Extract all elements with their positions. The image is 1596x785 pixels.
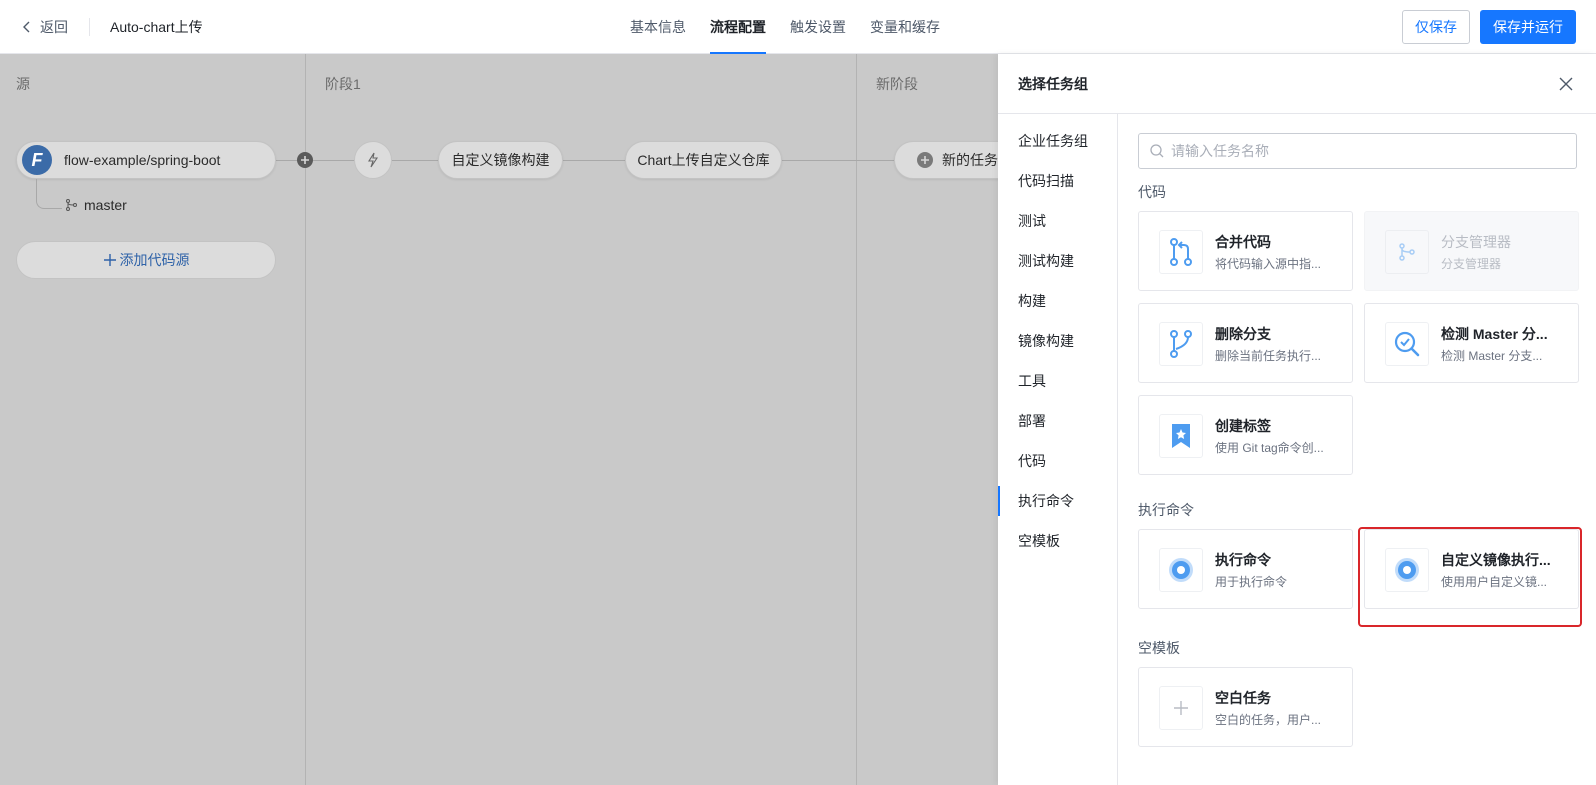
branch-delete-icon [1159,322,1203,366]
task-card-create-tag[interactable]: 创建标签 使用 Git tag命令创... [1138,395,1353,475]
task-search-input[interactable] [1171,143,1571,159]
top-header: 返回 Auto-chart上传 基本信息 流程配置 触发设置 变量和缓存 仅保存… [0,0,1596,54]
category-code-scan[interactable]: 代码扫描 [998,166,1118,196]
new-task-pill[interactable]: 新的任务 [894,141,998,179]
connector-line [563,160,625,161]
task-card-desc: 将代码输入源中指... [1215,257,1322,271]
task-card-name: 创建标签 [1215,418,1271,434]
task-card-desc: 删除当前任务执行... [1215,349,1322,363]
save-and-run-button[interactable]: 保存并运行 [1480,10,1576,44]
task-card-desc: 空白的任务，用户... [1215,713,1322,727]
source-pill[interactable]: F flow-example/spring-boot [16,141,276,179]
check-magnifier-icon [1385,322,1429,366]
plus-icon [1159,686,1203,730]
task-card-name: 删除分支 [1215,326,1271,342]
tab-basic-info[interactable]: 基本信息 [630,0,686,54]
tag-star-icon [1159,414,1203,458]
task-card-merge-code[interactable]: 合并代码 将代码输入源中指... [1138,211,1353,291]
task-search-box [1138,133,1577,169]
category-list: 企业任务组 代码扫描 测试 测试构建 构建 镜像构建 工具 部署 代码 执行命令… [998,114,1118,785]
tab-flow-config[interactable]: 流程配置 [710,0,766,54]
drawer-title: 选择任务组 [1018,76,1088,92]
branch-connector [36,179,62,209]
plus-circle-icon [917,152,933,168]
branch-icon [66,199,77,211]
category-image-build[interactable]: 镜像构建 [998,326,1118,356]
plus-icon [103,254,116,266]
command-icon [1159,548,1203,592]
category-tools[interactable]: 工具 [998,366,1118,396]
source-column-title: 源 [16,76,30,92]
merge-icon [1159,230,1203,274]
section-title-code: 代码 [1138,184,1166,200]
header-divider [89,18,90,36]
task-card-check-master[interactable]: 检测 Master 分... 检测 Master 分支... [1364,303,1579,383]
source-branch[interactable]: master [64,197,127,213]
branch-icon [1385,230,1429,274]
category-enterprise[interactable]: 企业任务组 [998,126,1118,156]
category-blank-template[interactable]: 空模板 [998,526,1118,556]
connector-line [392,160,438,161]
drawer-header: 选择任务组 [998,54,1596,114]
task-card-name: 合并代码 [1215,234,1271,250]
pipeline-canvas: 源 阶段1 新阶段 F flow-example/spring-boot mas… [0,54,998,785]
source-repo-name: flow-example/spring-boot [64,152,221,168]
task-card-desc: 用于执行命令 [1215,575,1288,589]
task-chart-upload[interactable]: Chart上传自定义仓库 [625,141,782,179]
save-only-button[interactable]: 仅保存 [1402,10,1470,44]
task-card-blank-task[interactable]: 空白任务 空白的任务，用户... [1138,667,1353,747]
task-card-name: 分支管理器 [1441,234,1511,250]
category-deploy[interactable]: 部署 [998,406,1118,436]
task-card-name: 空白任务 [1215,690,1271,706]
task-card-desc: 使用 Git tag命令创... [1215,441,1324,455]
source-logo-icon: F [22,145,52,175]
task-card-desc: 分支管理器 [1441,257,1502,271]
add-source-button[interactable]: 添加代码源 [16,241,276,279]
category-build[interactable]: 构建 [998,286,1118,316]
config-tabs: 基本信息 流程配置 触发设置 变量和缓存 [630,0,964,54]
stage1-column-title: 阶段1 [325,76,361,92]
chevron-left-icon [23,21,30,33]
category-exec-command[interactable]: 执行命令 [998,486,1118,516]
section-title-blank-template: 空模板 [1138,640,1180,656]
task-card-exec-command[interactable]: 执行命令 用于执行命令 [1138,529,1353,609]
connector-line [276,160,356,161]
category-test-build[interactable]: 测试构建 [998,246,1118,276]
pipeline-name: Auto-chart上传 [110,19,203,35]
task-card-desc: 检测 Master 分支... [1441,349,1543,363]
connector-line [782,160,894,161]
search-icon [1150,144,1164,158]
new-task-label: 新的任务 [942,152,998,168]
column-divider [856,54,857,785]
tab-trigger-settings[interactable]: 触发设置 [790,0,846,54]
add-stage-icon[interactable] [297,152,313,168]
task-card-name: 执行命令 [1215,552,1271,568]
task-card-delete-branch[interactable]: 删除分支 删除当前任务执行... [1138,303,1353,383]
add-source-label: 添加代码源 [119,252,190,268]
tab-variables-cache[interactable]: 变量和缓存 [870,0,940,54]
trigger-bolt-icon[interactable] [354,141,392,179]
new-stage-column-title: 新阶段 [876,76,918,92]
branch-name: master [84,197,127,213]
category-test[interactable]: 测试 [998,206,1118,236]
category-code[interactable]: 代码 [998,446,1118,476]
close-icon[interactable] [1558,76,1574,92]
task-card-branch-manager: 分支管理器 分支管理器 [1364,211,1579,291]
section-title-exec-command: 执行命令 [1138,502,1194,518]
back-button[interactable]: 返回 [20,0,68,54]
task-card-name: 检测 Master 分... [1441,326,1548,342]
task-group-drawer: 选择任务组 企业任务组 代码扫描 测试 测试构建 构建 镜像构建 工具 部署 代… [998,54,1596,785]
task-custom-image-build[interactable]: 自定义镜像构建 [438,141,563,179]
selection-highlight [1358,527,1582,627]
back-label: 返回 [40,19,68,35]
